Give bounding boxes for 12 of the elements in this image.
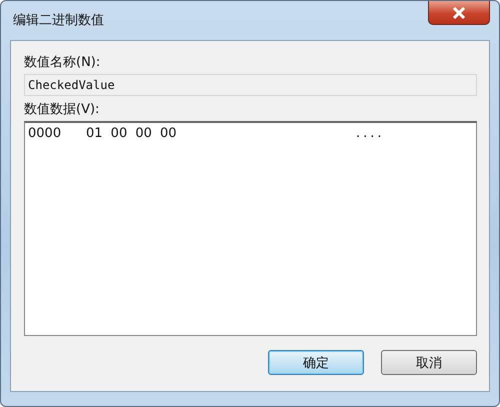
close-icon — [452, 6, 466, 18]
hex-ascii: .... — [356, 126, 385, 141]
window-title: 编辑二进制数值 — [12, 12, 104, 29]
field-label: 数值名称(N): — [24, 54, 100, 71]
hex-bytes: 01 00 00 00 — [86, 126, 178, 141]
hex-offset: 0000 — [28, 126, 62, 141]
field-label: 数值数据(V): — [24, 101, 100, 118]
close-button[interactable] — [428, 1, 490, 25]
hex-editor[interactable]: 0000 01 00 00 00 .... — [24, 121, 477, 336]
cancel-button[interactable]: 取消 — [381, 350, 477, 375]
name-field[interactable]: CheckedValue — [24, 74, 477, 96]
ok-button[interactable]: 确定 — [268, 350, 364, 375]
